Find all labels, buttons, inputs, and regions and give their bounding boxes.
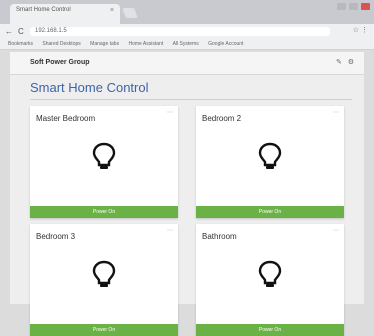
bookmark-item[interactable]: All Systems [173, 41, 199, 47]
browser-tab[interactable]: Smart Home Control × [10, 4, 120, 24]
divider [30, 99, 352, 100]
lightbulb-icon[interactable] [254, 140, 286, 172]
maximize-button[interactable] [349, 3, 358, 10]
new-tab-button[interactable] [122, 8, 138, 18]
room-card-bathroom: Bathroom ⋯ Power On [196, 224, 344, 336]
app-window: Soft Power Group ✎ ⚙ Smart Home Control … [10, 52, 364, 336]
lightbulb-icon[interactable] [88, 258, 120, 290]
app-header: Soft Power Group ✎ ⚙ [10, 52, 364, 75]
tab-title: Smart Home Control [16, 7, 71, 13]
brand-name: Soft Power Group [30, 59, 90, 66]
bookmark-item[interactable]: Manage tabs [90, 41, 119, 47]
browser-toolbar: ← C 192.168.1.5 ☆ ⋮ [0, 24, 374, 39]
room-name: Bedroom 2 [202, 114, 242, 123]
card-menu-icon[interactable]: ⋯ [333, 109, 339, 116]
window-controls [337, 3, 370, 10]
address-bar[interactable]: 192.168.1.5 [30, 27, 330, 36]
bookmark-item[interactable]: Google Account [208, 41, 243, 47]
tab-close-icon[interactable]: × [110, 7, 114, 14]
bookmark-item[interactable]: Shared Desktops [42, 41, 80, 47]
browser-tab-bar: Smart Home Control × [0, 0, 374, 24]
card-menu-icon[interactable]: ⋯ [333, 227, 339, 234]
room-name: Bedroom 3 [36, 232, 76, 241]
edit-icon[interactable]: ✎ [336, 59, 342, 66]
close-window-button[interactable] [361, 3, 370, 10]
power-on-button[interactable]: Power On [30, 324, 178, 336]
power-on-button[interactable]: Power On [30, 206, 178, 218]
settings-icon[interactable]: ⚙ [348, 59, 354, 66]
bookmark-item[interactable]: Bookmarks [8, 41, 33, 47]
room-name: Bathroom [202, 232, 237, 241]
card-menu-icon[interactable]: ⋯ [167, 109, 173, 116]
page-title: Smart Home Control [30, 80, 149, 95]
browser-menu-icon[interactable]: ☆ ⋮ [353, 26, 368, 34]
back-icon[interactable]: ← [5, 27, 13, 36]
lightbulb-icon[interactable] [88, 140, 120, 172]
lightbulb-icon[interactable] [254, 258, 286, 290]
room-card-bedroom-3: Bedroom 3 ⋯ Power On [30, 224, 178, 336]
bookmark-item[interactable]: Home Assistant [128, 41, 163, 47]
address-text: 192.168.1.5 [35, 28, 67, 34]
room-card-master-bedroom: Master Bedroom ⋯ Power On [30, 106, 178, 218]
minimize-button[interactable] [337, 3, 346, 10]
room-card-bedroom-2: Bedroom 2 ⋯ Power On [196, 106, 344, 218]
power-on-button[interactable]: Power On [196, 324, 344, 336]
header-actions: ✎ ⚙ [336, 58, 354, 66]
card-menu-icon[interactable]: ⋯ [167, 227, 173, 234]
reload-icon[interactable]: C [18, 27, 24, 36]
bookmarks-bar: Bookmarks Shared Desktops Manage tabs Ho… [0, 39, 374, 50]
power-on-button[interactable]: Power On [196, 206, 344, 218]
room-name: Master Bedroom [36, 114, 96, 123]
